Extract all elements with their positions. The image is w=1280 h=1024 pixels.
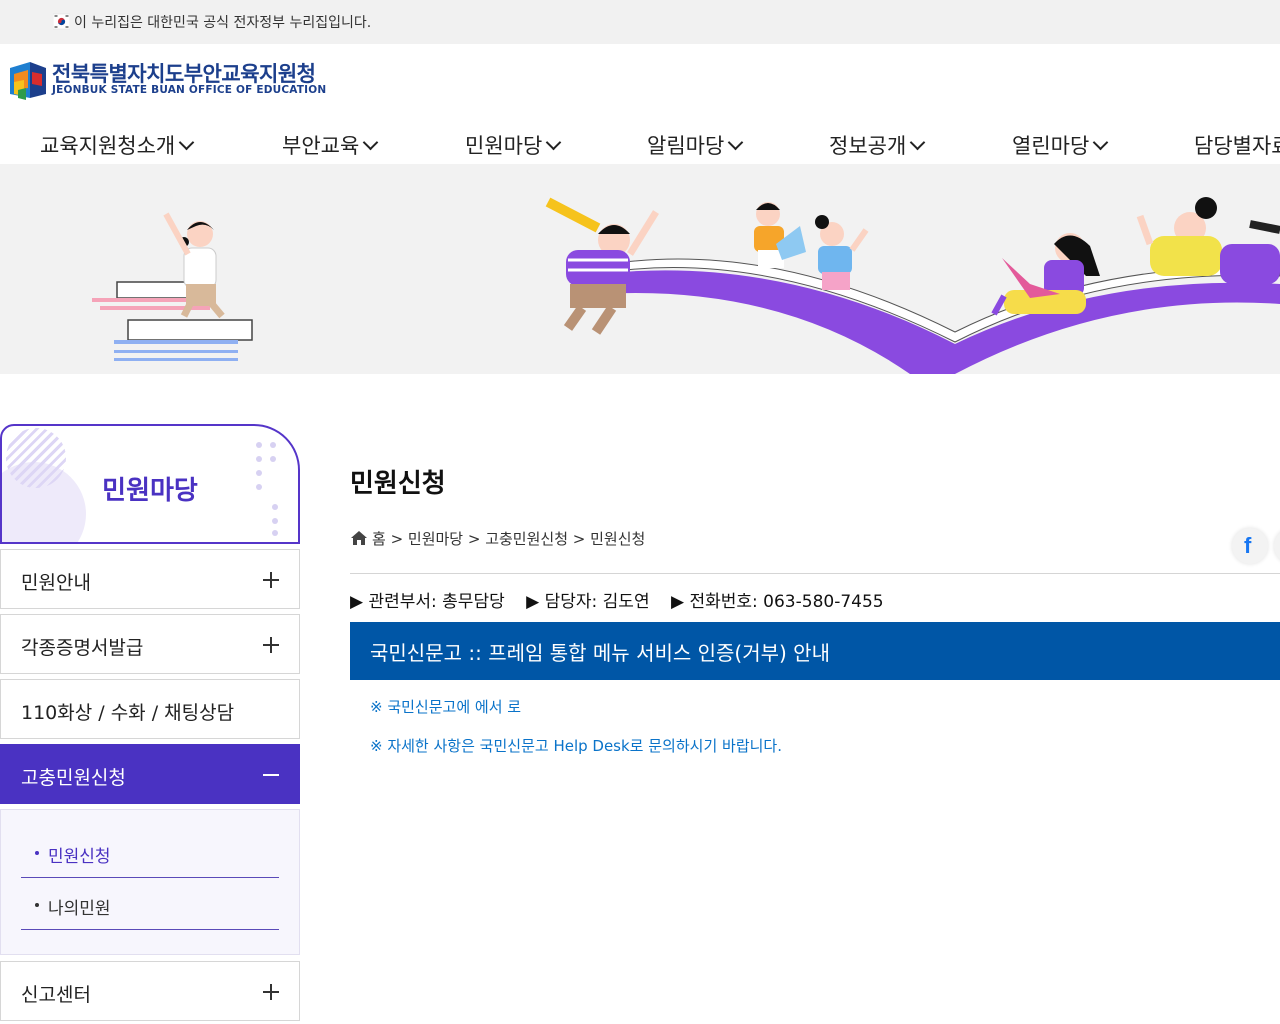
page-title: 민원신청 [350,469,446,499]
chevron-down-icon [1093,134,1109,151]
notice-title-bar: 국민신문고 :: 프레임 통합 메뉴 서비스 인증(거부) 안내 [350,622,1280,680]
nav-item-open[interactable]: 열린마당 [1012,130,1109,160]
sidebar-item-label: 110화상 / 수화 / 채팅상담 [21,702,235,724]
sidebar-item-certificates[interactable]: 각종증명서발급 [0,614,300,674]
sidebar-item-report-center[interactable]: 신고센터 [0,961,300,1021]
chevron-down-icon [178,134,195,151]
nav-item-label: 교육지원청소개 [40,134,176,158]
notice-line-2[interactable]: ※ 자세한 사항은 국민신문고 Help Desk로 문의하시기 바랍니다. [370,735,782,756]
sidebar-item-civil-guide[interactable]: 민원안내 [0,549,300,609]
korea-flag-icon [53,13,70,30]
home-icon[interactable] [350,530,368,546]
sidebar-submenu: 민원신청 나의민원 [0,809,300,955]
decorative-dot [256,456,262,462]
bullet-icon [35,851,39,855]
nav-item-buan-education[interactable]: 부안교육 [282,130,379,160]
sidebar-subitem-my-civil[interactable]: 나의민원 [21,878,279,930]
divider [350,573,1280,574]
nav-item-civil[interactable]: 민원마당 [465,130,562,160]
logo-name-en: JEONBUK STATE BUAN OFFICE OF EDUCATION [52,84,327,96]
sidebar-item-label: 각종증명서발급 [21,637,144,659]
facebook-share-button[interactable]: f [1232,528,1268,564]
hero-banner [0,164,1280,374]
sidebar-item-label: 고충민원신청 [21,767,126,789]
plus-icon [263,637,279,653]
office-logo-icon [10,62,46,100]
decorative-dot [270,456,276,462]
related-dept: ▶ 관련부서: 총무담당 [350,592,505,612]
girl-lying-icon [1136,197,1280,284]
girl-with-laptop-icon [991,233,1100,316]
facebook-icon: f [1244,533,1252,558]
contact-person: ▶ 담당자: 김도연 [526,592,650,612]
sidebar-item-label: 신고센터 [21,984,91,1006]
contact-phone: ▶ 전화번호: 063-580-7455 [671,592,884,612]
sidebar-subitem-label: 민원신청 [48,847,111,867]
nav-item-notice[interactable]: 알림마당 [647,130,744,160]
sidebar-title: 민원마당 [102,476,198,506]
sidebar-item-grievance[interactable]: 고충민원신청 [0,744,300,804]
contact-info: ▶ 관련부서: 총무담당 ▶ 담당자: 김도연 ▶ 전화번호: 063-580-… [350,587,900,612]
breadcrumb: 홈 > 민원마당 > 고충민원신청 > 민원신청 [350,528,645,548]
sidebar-item-label: 민원안내 [21,572,91,594]
notice-title: 국민신문고 :: 프레임 통합 메뉴 서비스 인증(거부) 안내 [370,641,830,665]
site-logo[interactable]: 전북특별자치도부안교육지원청 JEONBUK STATE BUAN OFFICE… [8,56,328,104]
sidebar-item-110-counseling[interactable]: 110화상 / 수화 / 채팅상담 [0,679,300,739]
sidebar-subitem-label: 나의민원 [48,899,111,919]
nav-item-disclosure[interactable]: 정보공개 [829,130,926,160]
share-button[interactable] [1274,528,1280,564]
nav-item-label: 민원마당 [465,134,543,158]
chevron-down-icon [728,134,744,151]
nav-item-label: 정보공개 [829,134,907,158]
decorative-dot [256,442,262,448]
plus-icon [263,984,279,1000]
gov-banner: 이 누리집은 대한민국 공식 전자정부 누리집입니다. [0,0,1280,44]
nav-item-materials[interactable]: 담당별자료 [1194,130,1280,160]
hero-illustration-icon [92,197,1280,374]
sidebar-header: 민원마당 [0,424,300,544]
nav-item-label: 담당별자료 [1194,134,1280,158]
nav-item-label: 부안교육 [282,134,360,158]
nav-item-label: 알림마당 [647,134,725,158]
bullet-icon [35,903,39,907]
chevron-down-icon [363,134,379,151]
notice-line-1[interactable]: ※ 국민신문고에 에서 로 [370,696,521,717]
gov-banner-text: 이 누리집은 대한민국 공식 전자정부 누리집입니다. [74,15,372,31]
chevron-down-icon [910,134,926,151]
nav-item-label: 열린마당 [1012,134,1090,158]
plus-icon [263,572,279,588]
chevron-down-icon [546,134,562,151]
minus-icon [263,774,279,776]
breadcrumb-text: 홈 > 민원마당 > 고충민원신청 > 민원신청 [372,530,646,548]
nav-item-about[interactable]: 교육지원청소개 [40,130,195,160]
decorative-dot [270,442,276,448]
decorative-dot [272,530,278,536]
decorative-dot [272,518,278,524]
sidebar-subitem-apply[interactable]: 민원신청 [21,826,279,878]
books-stack-icon [92,281,253,361]
main-nav: 교육지원청소개 부안교육 민원마당 알림마당 정보공개 열린마당 담당별자료 [0,120,1280,164]
